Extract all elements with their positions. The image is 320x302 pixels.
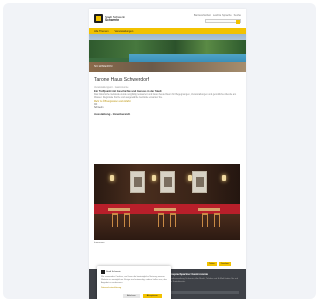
logo-icon (101, 269, 105, 274)
cookie-logo-text: Stadt Schwerin (106, 270, 121, 273)
chair (214, 213, 220, 227)
chair (170, 213, 176, 227)
article-paragraph: Das historische Gebäude wurde sorgfältig… (94, 94, 237, 99)
web-page: Stadt Schwerin Schwerin Barrierefreiheit… (89, 9, 246, 299)
screenshot-frame: Stadt Schwerin Schwerin Barrierefreiheit… (3, 3, 316, 299)
wall-artwork (160, 171, 175, 193)
footer-title: Ansprechpartner Gastronomie (169, 273, 208, 276)
logo-text: Stadt Schwerin Schwerin (105, 15, 125, 22)
toplink-accessibility[interactable]: Barrierefreiheit (194, 14, 211, 17)
interior-photo (94, 164, 240, 240)
article-link[interactable]: Mehr zu Öffnungszeiten und Anfahrt (94, 101, 241, 103)
privacy-link[interactable]: Datenschutzerklärung (101, 287, 121, 289)
action-buttons: Teilen Drucken (207, 262, 231, 266)
wall-lamp (110, 175, 114, 181)
table (154, 208, 176, 211)
accept-cookies-button[interactable]: Akzeptieren (142, 294, 162, 298)
cookie-text: Wir verwenden Cookies, um Ihnen die best… (101, 276, 167, 284)
chair (124, 213, 130, 227)
search-icon[interactable] (236, 20, 240, 24)
hero-caption: SCHWERIN (94, 64, 113, 68)
article: Tarone Haus Schwerdorf Veranstaltungsort… (94, 75, 241, 116)
print-button[interactable]: Drucken (218, 262, 231, 266)
article-lead: Ein Treffpunkt mit Geschichte und Genuss… (94, 90, 162, 93)
wall-artwork (192, 171, 207, 193)
photo-caption: Innenraum (94, 242, 105, 244)
cookie-banner: Stadt Schwerin Wir verwenden Cookies, um… (97, 266, 171, 299)
nav-item-all-topics[interactable]: Alle Themen (94, 30, 109, 33)
logo-icon (94, 14, 103, 23)
chair (202, 213, 208, 227)
logo-line2: Schwerin (105, 17, 120, 22)
table (108, 208, 130, 211)
top-links: Barrierefreiheit Leichte Sprache Suche (194, 14, 241, 17)
wall-lamp (222, 175, 226, 181)
decline-cookies-button[interactable]: Ablehnen (123, 294, 140, 298)
footer-text: Stadtverwaltung Schwerin, Am Markt, Tele… (169, 278, 239, 283)
wall-lamp (152, 175, 156, 181)
cookie-logo: Stadt Schwerin (101, 269, 121, 274)
hero-image: SCHWERIN (89, 34, 246, 72)
wall-artwork (130, 171, 145, 193)
chair (112, 213, 118, 227)
site-header: Stadt Schwerin Schwerin Barrierefreiheit… (89, 9, 246, 28)
search-input[interactable] (205, 19, 241, 24)
section-title: Ausstattung · Innenbereich (94, 111, 131, 116)
cookie-buttons: Ablehnen Akzeptieren (123, 294, 162, 298)
toplink-search[interactable]: Suche (234, 14, 241, 17)
share-button[interactable]: Teilen (207, 262, 217, 266)
article-small-value: Schwerin (94, 106, 104, 109)
site-logo[interactable]: Stadt Schwerin Schwerin (94, 13, 138, 24)
nav-item-events[interactable]: Veranstaltungen (115, 30, 134, 33)
toplink-easy-language[interactable]: Leichte Sprache (213, 14, 232, 17)
article-small-label: Ort (94, 103, 98, 106)
article-meta: Veranstaltungsort · Gastronomie (94, 86, 129, 89)
chair (158, 213, 164, 227)
page-title: Tarone Haus Schwerdorf (94, 77, 150, 83)
table (198, 208, 220, 211)
footer-divider (169, 291, 239, 294)
